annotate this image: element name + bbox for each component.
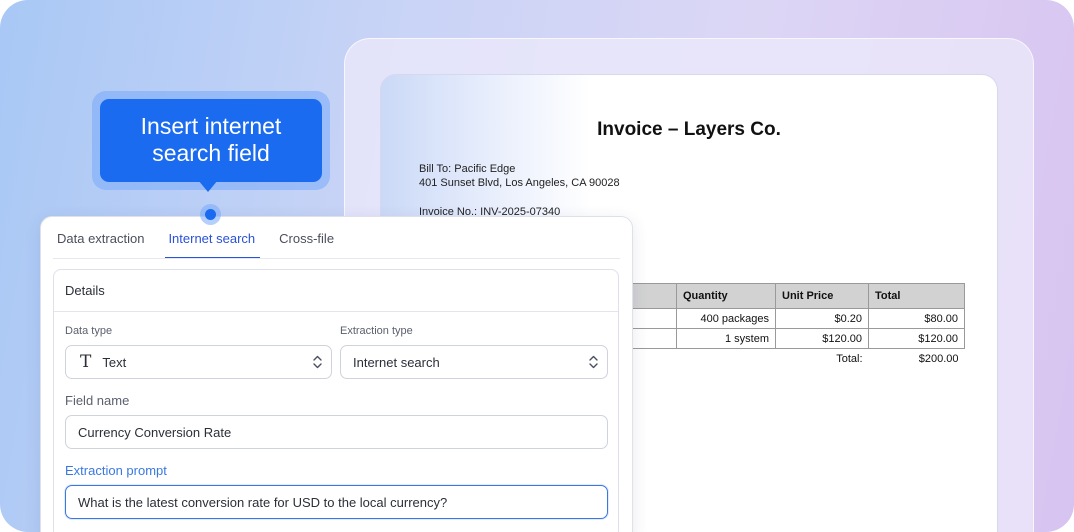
details-heading: Details bbox=[54, 270, 618, 312]
extraction-type-label: Extraction type bbox=[340, 325, 413, 337]
tab-data-extraction[interactable]: Data extraction bbox=[57, 217, 144, 259]
text-type-icon: T bbox=[80, 352, 92, 372]
table-cell bbox=[677, 349, 776, 369]
field-name-label: Field name bbox=[65, 393, 130, 408]
tab-cross-file[interactable]: Cross-file bbox=[279, 217, 334, 259]
table-cell: $0.20 bbox=[775, 308, 869, 329]
data-type-select[interactable]: T Text bbox=[65, 345, 332, 379]
invoice-bill-to: Bill To: Pacific Edge bbox=[419, 163, 516, 175]
invoice-address: 401 Sunset Blvd, Los Angeles, CA 90028 bbox=[419, 177, 620, 189]
tooltip-line: search field bbox=[152, 140, 270, 166]
table-cell: $80.00 bbox=[868, 308, 965, 329]
data-type-label: Data type bbox=[65, 325, 113, 337]
tooltip-anchor-dot bbox=[200, 204, 221, 225]
extraction-type-value: Internet search bbox=[353, 354, 440, 370]
tabs-divider bbox=[53, 258, 620, 259]
tooltip-arrow bbox=[198, 180, 218, 192]
table-cell: 400 packages bbox=[676, 308, 776, 329]
extraction-prompt-label: Extraction prompt bbox=[65, 463, 167, 478]
data-type-value: Text bbox=[102, 354, 127, 370]
table-cell: 1 system bbox=[676, 328, 776, 349]
tooltip: Insert internet search field bbox=[92, 91, 330, 190]
total-value: $200.00 bbox=[918, 352, 959, 365]
field-config-panel: Data extraction Internet search Cross-fi… bbox=[40, 216, 633, 532]
tooltip-body: Insert internet search field bbox=[100, 99, 322, 182]
invoice-title: Invoice – Layers Co. bbox=[597, 119, 781, 140]
tooltip-line: Insert internet bbox=[140, 113, 282, 139]
table-cell: $120.00 bbox=[775, 328, 869, 349]
table-cell: $120.00 bbox=[868, 328, 965, 349]
chevron-up-down-icon bbox=[313, 355, 322, 369]
table-header: Quantity bbox=[676, 283, 776, 309]
details-section: Details Data type T Text Extraction type… bbox=[53, 269, 619, 532]
table-header: Total bbox=[868, 283, 965, 309]
chevron-up-down-icon bbox=[589, 355, 598, 369]
field-name-input[interactable]: Currency Conversion Rate bbox=[65, 415, 608, 449]
extraction-prompt-input[interactable]: What is the latest conversion rate for U… bbox=[65, 485, 608, 519]
total-label: Total: bbox=[836, 352, 863, 365]
extraction-type-select[interactable]: Internet search bbox=[340, 345, 608, 379]
table-header: Unit Price bbox=[775, 283, 869, 309]
